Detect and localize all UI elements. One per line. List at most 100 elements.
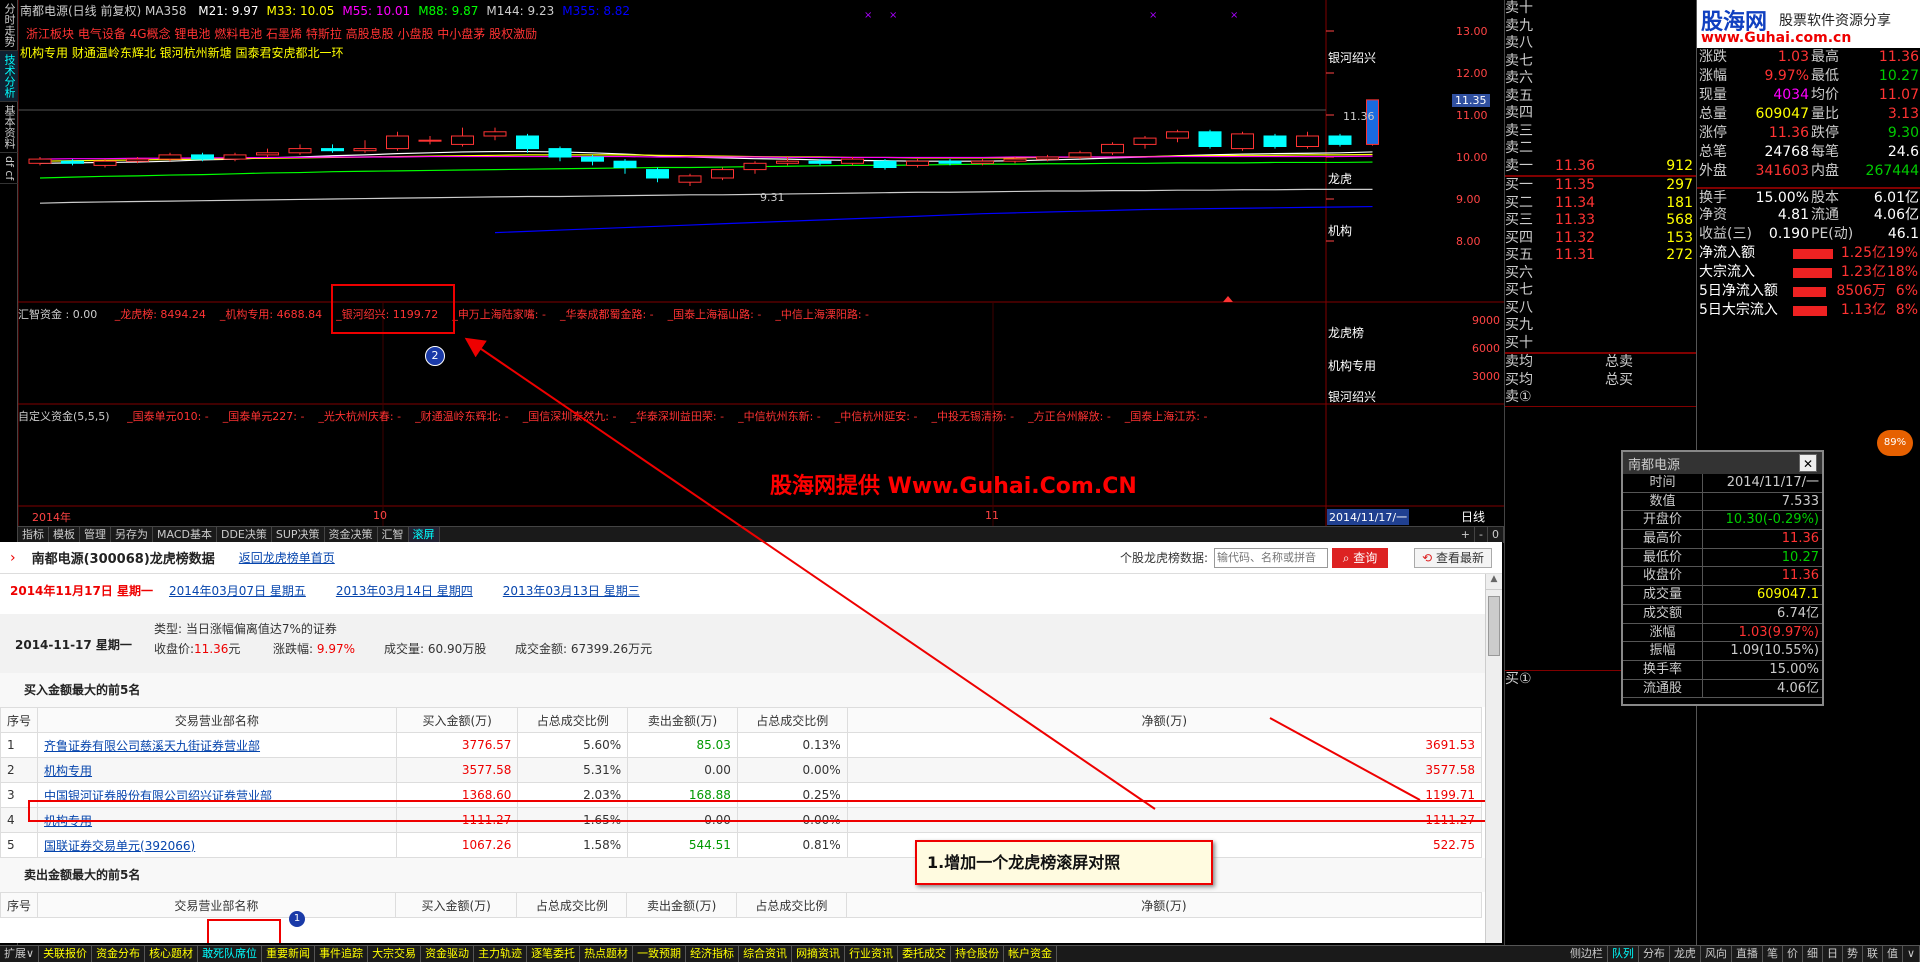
stock-search-input[interactable] <box>1214 547 1328 568</box>
sell-level[interactable]: 卖三 <box>1505 123 1696 141</box>
buy-level[interactable]: 买三 11.33 568 <box>1505 212 1696 230</box>
status-tab[interactable]: 逐笔委托 <box>527 946 581 962</box>
tab-technical-analysis[interactable]: 技术分析 <box>0 51 18 102</box>
buy-level[interactable]: 买五 11.31 272 <box>1505 247 1696 265</box>
sell-level[interactable]: 卖五 <box>1505 88 1696 106</box>
status-right-tab[interactable]: ∨ <box>1903 946 1920 962</box>
tab-dfcf[interactable]: df cf <box>0 153 18 185</box>
pct-badge[interactable]: 89% <box>1877 430 1913 456</box>
panel-scrollbar[interactable]: ▲ <box>1485 574 1502 943</box>
broker-link[interactable]: 机构专用 <box>37 757 397 783</box>
status-right-tab[interactable]: 分布 <box>1639 946 1670 962</box>
status-tab[interactable]: 扩展∨ <box>0 946 40 962</box>
status-tab[interactable]: 敢死队席位 <box>198 946 263 962</box>
view-latest-button[interactable]: ⟲ 查看最新 <box>1414 547 1492 568</box>
buy-level[interactable]: 买二 11.34 181 <box>1505 195 1696 213</box>
tab-sup[interactable]: SUP决策 <box>272 526 325 543</box>
status-right-tab[interactable]: 价 <box>1783 946 1803 962</box>
sell-level[interactable]: 卖七 <box>1505 53 1696 71</box>
status-right-tab[interactable]: 势 <box>1843 946 1863 962</box>
status-right-tab[interactable]: 风向 <box>1701 946 1732 962</box>
level-price <box>1555 123 1625 141</box>
status-tab[interactable]: 综合资讯 <box>739 946 793 962</box>
tab-dde[interactable]: DDE决策 <box>217 526 272 543</box>
status-tab[interactable]: 资金驱动 <box>421 946 475 962</box>
status-tab[interactable]: 帐户资金 <box>1004 946 1058 962</box>
buy-level[interactable]: 买十 <box>1505 335 1696 353</box>
tab-save-as[interactable]: 另存为 <box>111 526 153 543</box>
buy-level[interactable]: 买九 <box>1505 317 1696 335</box>
tab-manage[interactable]: 管理 <box>80 526 111 543</box>
broker-link[interactable]: 齐鲁证券有限公司慈溪天九街证券营业部 <box>37 732 397 758</box>
tab-fund-decision[interactable]: 资金决策 <box>325 526 378 543</box>
status-tab[interactable]: 经济指标 <box>686 946 740 962</box>
tab-intraday[interactable]: 分时走势 <box>0 0 18 51</box>
buy-level[interactable]: 买一 11.35 297 <box>1505 177 1696 195</box>
status-right-tab[interactable]: 日 <box>1823 946 1843 962</box>
status-right-tab[interactable]: 值 <box>1883 946 1903 962</box>
candle-up <box>1003 158 1027 162</box>
status-right-tab[interactable]: 龙虎 <box>1670 946 1701 962</box>
tab-scroll[interactable]: 滚屏 <box>408 526 440 543</box>
sell-queue-row[interactable]: 卖① <box>1505 389 1696 407</box>
query-button[interactable]: ⌕ 查询 <box>1332 547 1388 568</box>
sell-level[interactable]: 卖二 <box>1505 140 1696 158</box>
sell-level[interactable]: 卖四 <box>1505 105 1696 123</box>
broker-link[interactable]: 国联证券交易单元(392066) <box>37 832 397 858</box>
fund-side-lhb: 龙虎榜 <box>1328 326 1365 340</box>
date-tab[interactable]: 2014年03月07日 星期五 <box>169 582 306 599</box>
status-tab[interactable]: 持仓股份 <box>951 946 1005 962</box>
scroll-thumb[interactable] <box>1488 596 1500 656</box>
status-tab[interactable]: 大宗交易 <box>368 946 422 962</box>
status-tab[interactable]: 热点题材 <box>580 946 634 962</box>
sell-level[interactable]: 卖六 <box>1505 70 1696 88</box>
status-right-tab[interactable]: 联 <box>1863 946 1883 962</box>
candlestick-chart: 13.00 12.00 11.00 10.00 9.00 8.00 × × × × <box>18 0 1504 526</box>
close-icon[interactable]: ✕ <box>1799 454 1817 472</box>
high-price-label: 11.36 <box>1343 110 1375 123</box>
buy-level[interactable]: 买六 <box>1505 265 1696 283</box>
kline-chart-area[interactable]: 南都电源(日线 前复权) MA358 M21: 9.97 M33: 10.05 M5… <box>18 0 1504 542</box>
period-label[interactable]: 日线 <box>1461 508 1485 525</box>
ma-line-M144 <box>39 188 1373 204</box>
status-right-tab[interactable]: 细 <box>1803 946 1823 962</box>
level-label: 买六 <box>1505 264 1533 281</box>
status-tab[interactable]: 一致预期 <box>633 946 687 962</box>
status-tab[interactable]: 关联报价 <box>39 946 93 962</box>
sell-level[interactable]: 卖九 <box>1505 18 1696 36</box>
status-tab[interactable]: 网摘资讯 <box>792 946 846 962</box>
date-tab-active[interactable]: 2014年11月17日 星期一 <box>10 582 153 599</box>
tab-huizhi[interactable]: 汇智 <box>378 526 409 543</box>
sell-level[interactable]: 卖十 <box>1505 0 1696 18</box>
back-to-lhb-home-link[interactable]: 返回龙虎榜单首页 <box>239 549 335 566</box>
sell-level[interactable]: 卖一 11.36 912 <box>1505 158 1696 176</box>
date-tab[interactable]: 2013年03月14日 星期四 <box>336 582 473 599</box>
status-right-tab[interactable]: 笔 <box>1763 946 1783 962</box>
fund-items: _龙虎榜: 8494.24 _机构专用: 4688.84 _银河绍兴: 1199.7… <box>101 308 869 321</box>
zoom-out-button[interactable]: - <box>1475 526 1488 543</box>
buy-level[interactable]: 买四 11.32 153 <box>1505 230 1696 248</box>
status-right-tab[interactable]: 侧边栏 <box>1566 946 1608 962</box>
buy-level[interactable]: 买八 <box>1505 300 1696 318</box>
stat-cell: 最低 <box>1811 68 1839 84</box>
status-tab[interactable]: 资金分布 <box>92 946 146 962</box>
zoom-reset-button[interactable]: 0 <box>1488 526 1504 543</box>
status-tab[interactable]: 核心题材 <box>145 946 199 962</box>
popup-row: 最高价 11.36 <box>1623 530 1822 549</box>
buy-level[interactable]: 买七 <box>1505 282 1696 300</box>
zoom-in-button[interactable]: + <box>1457 526 1476 543</box>
status-tab[interactable]: 委托成交 <box>898 946 952 962</box>
status-right-tab[interactable]: 队列 <box>1608 946 1639 962</box>
date-tab[interactable]: 2013年03月13日 星期三 <box>503 582 640 599</box>
tab-template[interactable]: 模板 <box>49 526 80 543</box>
status-tab[interactable]: 事件追踪 <box>315 946 369 962</box>
status-tab[interactable]: 行业资讯 <box>845 946 899 962</box>
tab-macd[interactable]: MACD基本 <box>153 526 217 543</box>
status-right-tab[interactable]: 直播 <box>1732 946 1763 962</box>
status-tab[interactable]: 重要新闻 <box>262 946 316 962</box>
status-tab[interactable]: 主力轨迹 <box>474 946 528 962</box>
tab-indicator[interactable]: 指标 <box>18 526 49 543</box>
tab-fundamentals[interactable]: 基本资料 <box>0 102 18 153</box>
scroll-up-icon[interactable]: ▲ <box>1486 574 1502 590</box>
sell-level[interactable]: 卖八 <box>1505 35 1696 53</box>
